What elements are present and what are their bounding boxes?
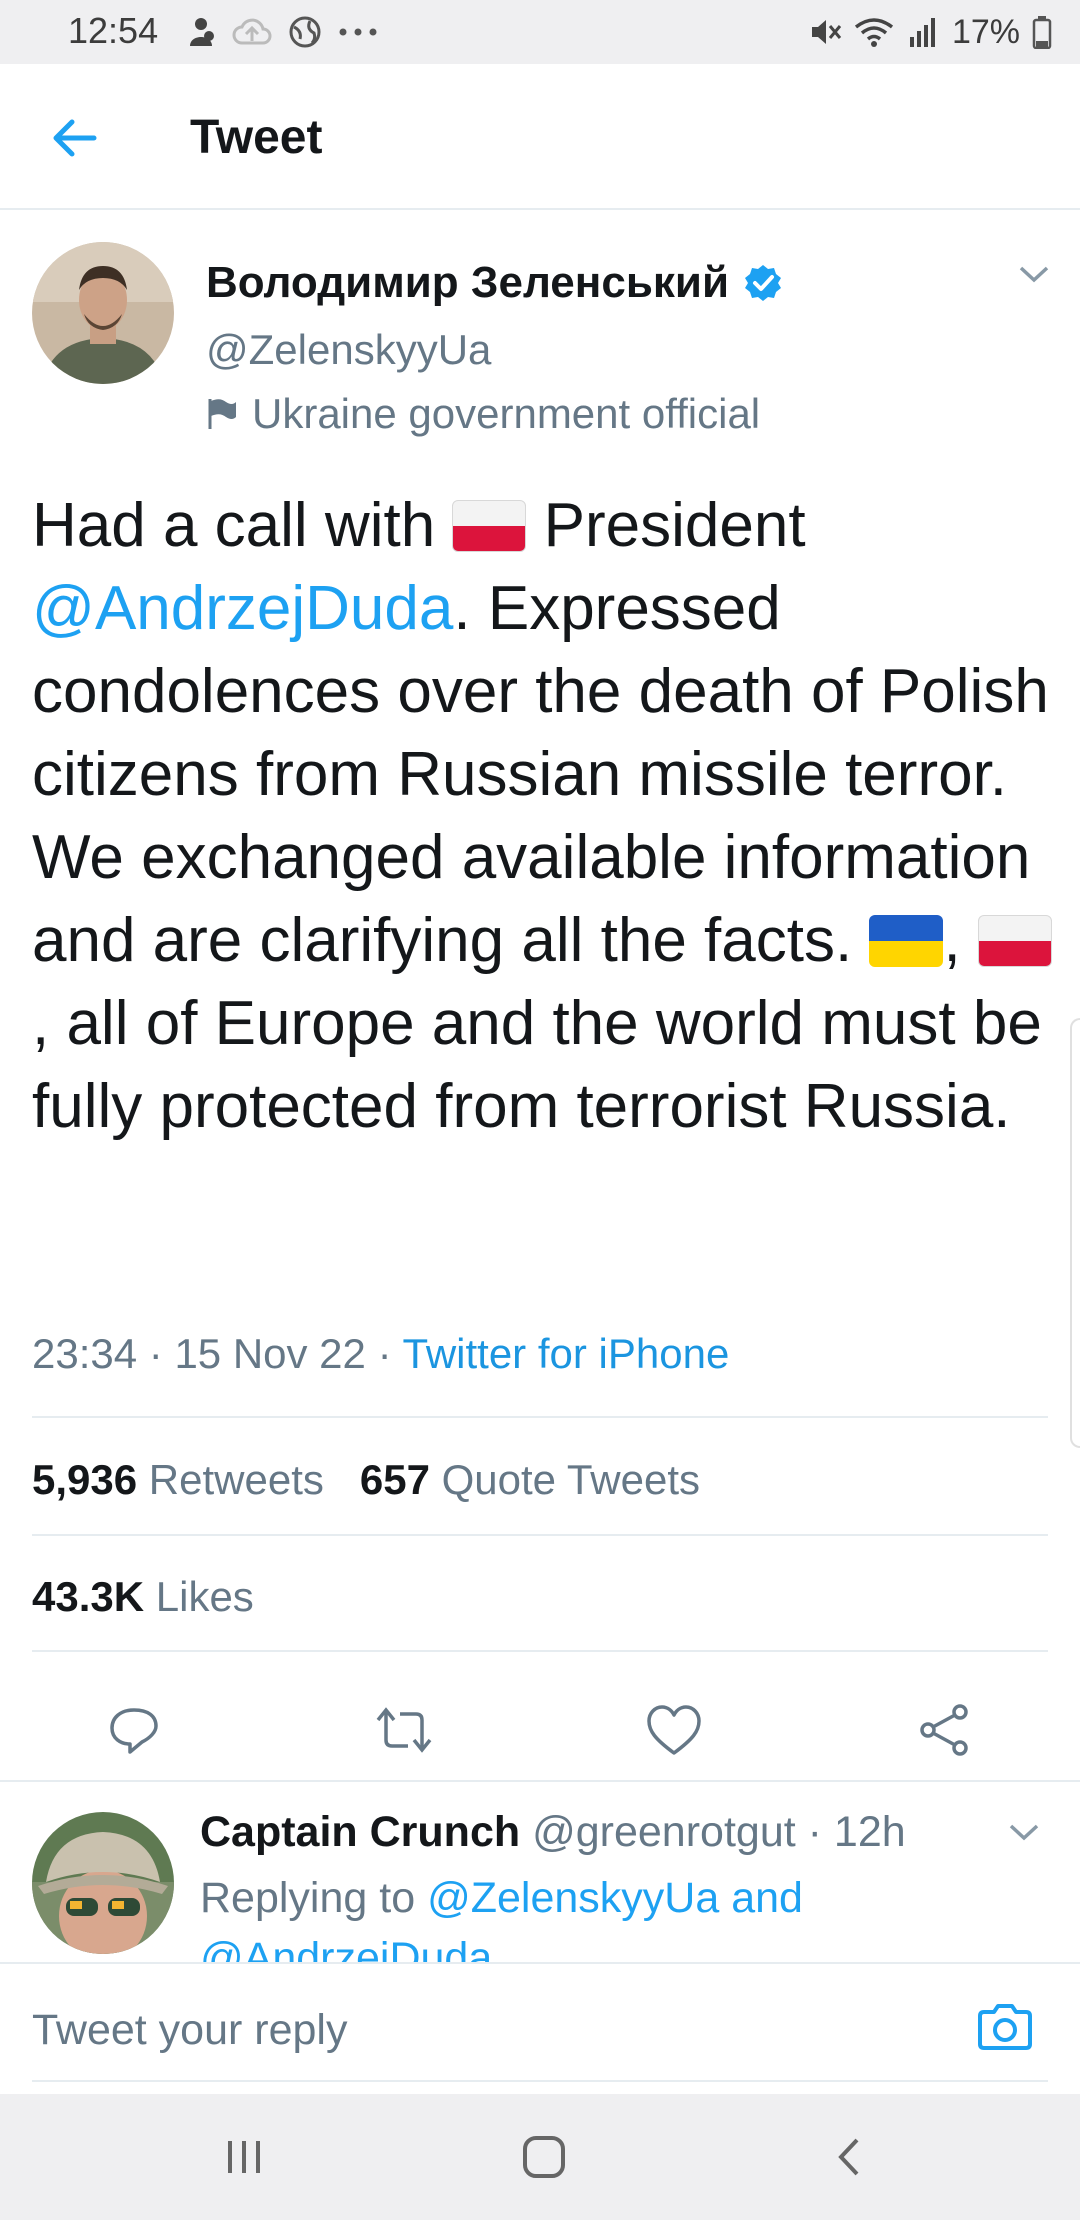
retweets-stat[interactable]: 5,936 Retweets [32, 1456, 324, 1504]
divider [32, 1416, 1048, 1418]
home-icon [523, 2136, 565, 2178]
scroll-edge-handle[interactable] [1070, 1018, 1080, 1448]
poland-flag-emoji [452, 500, 527, 552]
input-underline [32, 2080, 1048, 2082]
recent-apps-icon [228, 2141, 260, 2173]
recent-apps-button[interactable] [204, 2124, 284, 2190]
home-button[interactable] [504, 2124, 584, 2190]
share-icon [920, 1704, 968, 1756]
retweet-icon [376, 1707, 432, 1753]
tweet-timestamp: 23:34 · 15 Nov 22 · Twitter for iPhone [32, 1330, 730, 1377]
divider [32, 1534, 1048, 1536]
reply-age: 12h [833, 1808, 906, 1856]
reply-author-name[interactable]: Captain Crunch [200, 1808, 520, 1856]
replying-to: Replying to @ZelenskyyUa and @AndrzejDuda [200, 1868, 1020, 1962]
reply-avatar-image [32, 1812, 174, 1954]
retweet-stats: 5,936 Retweets 657 Quote Tweets [32, 1456, 700, 1504]
app-notification-icon [190, 18, 214, 46]
tweet-options-button[interactable] [1018, 264, 1050, 289]
author-name[interactable]: Володимир Зеленський [206, 258, 729, 308]
camera-button[interactable] [970, 1992, 1040, 2062]
reply-mention-link-2[interactable]: @AndrzejDuda [200, 1934, 492, 1962]
mention-link[interactable]: @AndrzejDuda [32, 574, 453, 643]
globe-icon [289, 16, 321, 48]
author-avatar-image [32, 242, 174, 384]
chevron-left-icon [838, 2138, 859, 2176]
tweet-text: Had a call with President @AndrzejDuda. … [32, 484, 1052, 1148]
cloud-upload-icon [232, 18, 272, 45]
likes-stats: 43.3K Likes [32, 1573, 254, 1621]
system-back-button[interactable] [808, 2124, 888, 2190]
author-handle[interactable]: @ZelenskyyUa [206, 326, 491, 374]
tweet-actions [0, 1680, 1080, 1780]
chevron-down-icon [1019, 266, 1049, 283]
government-label-text: Ukraine government official [252, 390, 761, 437]
reply-header: Captain Crunch @greenrotgut · 12h [200, 1808, 906, 1856]
reply-compose-bar [0, 1962, 1080, 2094]
wifi-icon [854, 18, 894, 47]
reply-icon [110, 1708, 158, 1754]
like-button[interactable] [636, 1692, 712, 1768]
verified-badge-icon [745, 265, 781, 301]
share-button[interactable] [906, 1692, 982, 1768]
divider [32, 1650, 1048, 1652]
reply-avatar[interactable] [32, 1812, 174, 1954]
tweet-author: Володимир Зеленський @ZelenskyyUa Ukrain… [0, 210, 1080, 460]
back-button[interactable] [44, 108, 104, 168]
mute-icon [811, 20, 842, 44]
likes-stat[interactable]: 43.3K Likes [32, 1573, 254, 1621]
reply-author-handle[interactable]: @greenrotgut [532, 1808, 796, 1856]
reply-tweet[interactable]: Captain Crunch @greenrotgut · 12h Replyi… [0, 1782, 1080, 1962]
government-label: Ukraine government official [206, 390, 760, 438]
retweet-button[interactable] [366, 1692, 442, 1768]
reply-input[interactable] [32, 1990, 932, 2070]
reply-mention-link[interactable]: @ZelenskyyUa [427, 1874, 719, 1922]
poland-flag-emoji-2 [977, 915, 1052, 967]
camera-icon [978, 2004, 1032, 2050]
status-bar: 12:54 17% [0, 0, 1080, 64]
reply-button[interactable] [96, 1692, 172, 1768]
author-avatar[interactable] [32, 242, 174, 384]
quote-tweets-stat[interactable]: 657 Quote Tweets [360, 1456, 700, 1504]
heart-icon [647, 1705, 701, 1755]
signal-icon [909, 18, 935, 47]
chevron-down-icon [1009, 1824, 1039, 1841]
arrow-left-icon [53, 119, 97, 157]
battery-icon [1032, 16, 1052, 49]
reply-options-button[interactable] [1008, 1822, 1040, 1847]
system-nav-bar [0, 2094, 1080, 2220]
ukraine-flag-emoji [869, 915, 944, 967]
battery-percent: 17% [951, 12, 1020, 51]
more-dots-icon [339, 28, 377, 36]
top-app-bar: Tweet [0, 64, 1080, 210]
status-time: 12:54 [68, 10, 159, 51]
tweet-source-link[interactable]: Twitter for iPhone [402, 1330, 729, 1377]
page-title: Tweet [190, 111, 323, 164]
flag-icon [208, 399, 236, 429]
